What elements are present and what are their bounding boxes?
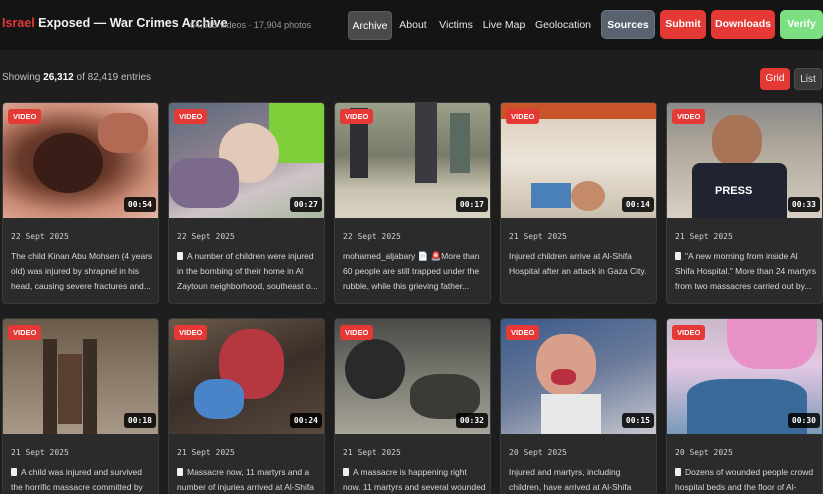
media-card[interactable]: PRESS VIDEO 00:33 21 Sept 2025 "A new mo…	[666, 102, 823, 304]
top-navbar: Israel Exposed — War Crimes Archive 64,5…	[0, 0, 823, 50]
archive-stats: 64,515 videos · 17,904 photos	[190, 20, 312, 30]
card-date: 21 Sept 2025	[509, 232, 567, 241]
nav-live-map[interactable]: Live Map	[482, 11, 526, 40]
card-description: A massacre is happening right now. 11 ma…	[343, 467, 486, 492]
card-date: 20 Sept 2025	[675, 448, 733, 457]
video-badge: VIDEO	[506, 325, 540, 340]
video-thumbnail[interactable]: PRESS VIDEO 00:33	[667, 103, 822, 218]
video-duration: 00:33	[787, 197, 820, 212]
media-card[interactable]: VIDEO 00:54 22 Sept 2025 The child Kinan…	[2, 102, 159, 304]
video-badge: VIDEO	[8, 109, 42, 124]
nav-about[interactable]: About	[396, 11, 430, 40]
video-duration: 00:27	[289, 197, 322, 212]
video-thumbnail[interactable]: VIDEO 00:17	[335, 103, 490, 218]
document-icon	[177, 252, 183, 260]
video-thumbnail[interactable]: VIDEO 00:27	[169, 103, 324, 218]
submit-button[interactable]: Submit	[660, 10, 706, 39]
video-duration: 00:54	[123, 197, 156, 212]
document-icon	[343, 468, 349, 476]
card-description: "A new morning from inside Al Shifa Hosp…	[675, 251, 816, 291]
video-badge: VIDEO	[672, 325, 706, 340]
video-badge: VIDEO	[8, 325, 42, 340]
card-description: Dozens of wounded people crowd hospital …	[675, 467, 814, 492]
document-icon	[177, 468, 183, 476]
video-duration: 00:15	[621, 413, 654, 428]
card-date: 22 Sept 2025	[11, 232, 69, 241]
card-date: 22 Sept 2025	[177, 232, 235, 241]
media-card[interactable]: VIDEO 00:24 21 Sept 2025 Massacre now, 1…	[168, 318, 325, 494]
press-vest-label: PRESS	[715, 185, 753, 197]
grid-view-toggle[interactable]: Grid	[760, 68, 790, 90]
video-thumbnail[interactable]: VIDEO 00:18	[3, 319, 158, 434]
video-badge: VIDEO	[672, 109, 706, 124]
document-icon	[675, 252, 681, 260]
nav-archive[interactable]: Archive	[348, 11, 392, 40]
card-description: A child was injured and survived the hor…	[11, 467, 143, 492]
document-icon	[675, 468, 681, 476]
card-date: 22 Sept 2025	[343, 232, 401, 241]
video-thumbnail[interactable]: VIDEO 00:54	[3, 103, 158, 218]
nav-victims[interactable]: Victims	[436, 11, 476, 40]
video-duration: 00:14	[621, 197, 654, 212]
media-card[interactable]: VIDEO 00:32 21 Sept 2025 A massacre is h…	[334, 318, 491, 494]
card-description: Massacre now, 11 martyrs and a number of…	[177, 467, 315, 492]
card-date: 21 Sept 2025	[343, 448, 401, 457]
video-badge: VIDEO	[174, 109, 208, 124]
video-badge: VIDEO	[340, 325, 374, 340]
video-duration: 00:18	[123, 413, 156, 428]
sources-button[interactable]: Sources	[601, 10, 655, 39]
card-description: The child Kinan Abu Mohsen (4 years old)…	[11, 251, 153, 291]
video-duration: 00:32	[455, 413, 488, 428]
video-badge: VIDEO	[506, 109, 540, 124]
video-badge: VIDEO	[340, 109, 374, 124]
card-date: 21 Sept 2025	[11, 448, 69, 457]
video-thumbnail[interactable]: VIDEO 00:24	[169, 319, 324, 434]
card-date: 21 Sept 2025	[177, 448, 235, 457]
video-badge: VIDEO	[174, 325, 208, 340]
results-count: Showing 26,312 of 82,419 entries	[2, 72, 152, 83]
downloads-button[interactable]: Downloads	[711, 10, 775, 39]
video-thumbnail[interactable]: VIDEO 00:15	[501, 319, 656, 434]
video-duration: 00:24	[289, 413, 322, 428]
video-thumbnail[interactable]: VIDEO 00:14	[501, 103, 656, 218]
video-thumbnail[interactable]: VIDEO 00:30	[667, 319, 822, 434]
media-card[interactable]: VIDEO 00:30 20 Sept 2025 Dozens of wound…	[666, 318, 823, 494]
card-description: A number of children were injured in the…	[177, 251, 318, 291]
card-description: Injured children arrive at Al-Shifa Hosp…	[509, 251, 647, 276]
media-card[interactable]: VIDEO 00:17 22 Sept 2025 mohamed_aljabar…	[334, 102, 491, 304]
card-description: mohamed_aljabary 📄 🚨More than 60 people …	[343, 251, 480, 291]
list-view-toggle[interactable]: List	[794, 68, 822, 90]
showing-count: 26,312	[43, 72, 74, 83]
media-card[interactable]: VIDEO 00:14 21 Sept 2025 Injured childre…	[500, 102, 657, 304]
video-duration: 00:17	[455, 197, 488, 212]
video-thumbnail[interactable]: VIDEO 00:32	[335, 319, 490, 434]
verify-button[interactable]: Verify	[780, 10, 823, 39]
nav-geolocation[interactable]: Geolocation	[534, 11, 592, 40]
site-title-accent: Israel	[2, 16, 35, 30]
card-description: Injured and martyrs, including children,…	[509, 467, 632, 492]
media-card[interactable]: VIDEO 00:15 20 Sept 2025 Injured and mar…	[500, 318, 657, 494]
document-icon	[11, 468, 17, 476]
media-card[interactable]: VIDEO 00:27 22 Sept 2025 A number of chi…	[168, 102, 325, 304]
card-date: 21 Sept 2025	[675, 232, 733, 241]
video-duration: 00:30	[787, 413, 820, 428]
media-card[interactable]: VIDEO 00:18 21 Sept 2025 A child was inj…	[2, 318, 159, 494]
card-date: 20 Sept 2025	[509, 448, 567, 457]
